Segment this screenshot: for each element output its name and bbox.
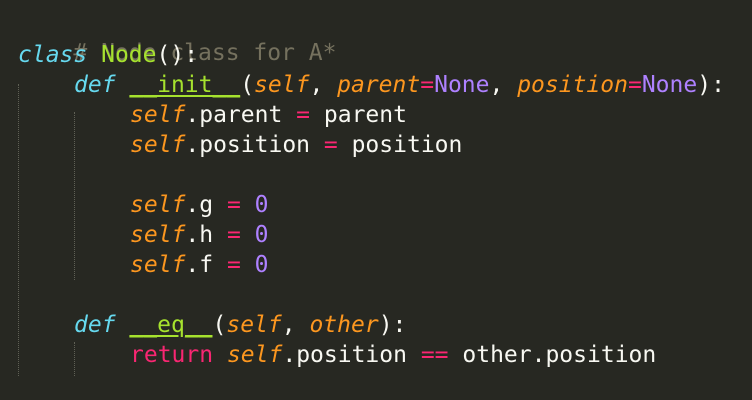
self-param: self bbox=[226, 312, 282, 338]
self-ref: self bbox=[130, 252, 186, 278]
code-line-4: self.parent = parent bbox=[130, 100, 407, 130]
code-line-2: class Node(): bbox=[18, 40, 198, 70]
self-ref: self bbox=[130, 192, 186, 218]
comma: , bbox=[489, 72, 518, 98]
paren-open: ( bbox=[212, 312, 227, 338]
self-param: self bbox=[254, 72, 310, 98]
code-line-7: self.g = 0 bbox=[130, 190, 269, 220]
keyword-def: def bbox=[74, 312, 116, 338]
number: 0 bbox=[254, 192, 269, 218]
keyword-def: def bbox=[74, 72, 116, 98]
assign-op: = bbox=[323, 132, 338, 158]
paren-close: ): bbox=[378, 312, 407, 338]
code-editor[interactable]: # Node class for A* class Node(): def __… bbox=[0, 0, 752, 400]
paren-open: ( bbox=[240, 72, 255, 98]
code-line-1: # Node class for A* bbox=[18, 8, 336, 66]
value: position bbox=[337, 132, 463, 158]
indent-guide-level2-eq bbox=[74, 342, 75, 376]
param-other: other bbox=[309, 312, 379, 338]
assign-op: = bbox=[226, 222, 241, 248]
number: 0 bbox=[254, 252, 269, 278]
attribute: .h bbox=[185, 222, 227, 248]
attribute: .position bbox=[282, 342, 421, 368]
self-ref: self bbox=[130, 222, 186, 248]
self-ref: self bbox=[226, 342, 283, 368]
param-position: position bbox=[517, 72, 628, 98]
self-ref: self bbox=[130, 132, 186, 158]
value: other.position bbox=[448, 342, 657, 368]
number: 0 bbox=[254, 222, 269, 248]
function-name: __init__ bbox=[129, 72, 241, 98]
code-line-11: def __eq__(self, other): bbox=[74, 310, 406, 340]
code-line-8: self.h = 0 bbox=[130, 220, 269, 250]
indent-guide-level1 bbox=[18, 84, 19, 376]
assign-op: = bbox=[420, 72, 435, 98]
function-name: __eq__ bbox=[129, 312, 213, 338]
punctuation: (): bbox=[156, 42, 199, 68]
comma: , bbox=[309, 72, 338, 98]
const-none: None bbox=[434, 72, 490, 98]
value: parent bbox=[310, 102, 407, 128]
param-parent: parent bbox=[337, 72, 421, 98]
assign-op: = bbox=[627, 72, 642, 98]
equality-op: == bbox=[420, 342, 449, 368]
assign-op: = bbox=[226, 192, 241, 218]
keyword-class: class bbox=[18, 42, 88, 68]
indent-guide-level2-init bbox=[74, 112, 75, 280]
attribute: .parent bbox=[185, 102, 297, 128]
code-line-9: self.f = 0 bbox=[130, 250, 269, 280]
self-ref: self bbox=[130, 102, 186, 128]
assign-op: = bbox=[226, 252, 241, 278]
comma: , bbox=[281, 312, 310, 338]
attribute: .f bbox=[185, 252, 227, 278]
class-name: Node bbox=[101, 42, 157, 68]
code-line-3: def __init__(self, parent=None, position… bbox=[74, 70, 725, 100]
attribute: .position bbox=[185, 132, 324, 158]
paren-close: ): bbox=[697, 72, 725, 98]
keyword-return: return bbox=[130, 342, 214, 368]
assign-op: = bbox=[296, 102, 311, 128]
code-line-5: self.position = position bbox=[130, 130, 462, 160]
code-line-12: return self.position == other.position bbox=[130, 340, 656, 370]
const-none: None bbox=[641, 72, 698, 98]
attribute: .g bbox=[185, 192, 227, 218]
